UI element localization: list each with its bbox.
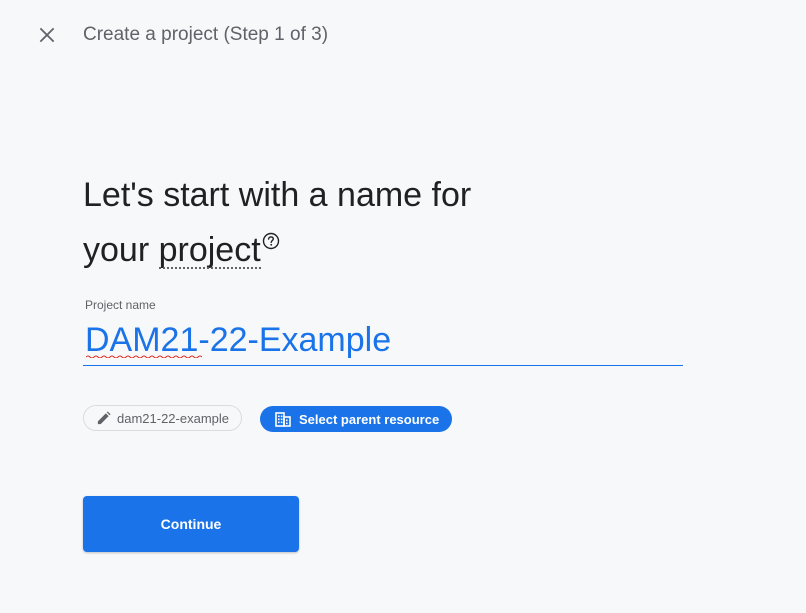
building-icon: [275, 411, 291, 427]
close-button[interactable]: [33, 21, 61, 49]
project-name-field: Project name: [83, 298, 683, 370]
step-title: Create a project (Step 1 of 3): [83, 24, 329, 45]
top-bar: Create a project (Step 1 of 3): [0, 0, 806, 70]
continue-button[interactable]: Continue: [83, 496, 299, 552]
heading-line-1: Let's start with a name for: [83, 176, 472, 214]
select-parent-resource-button[interactable]: Select parent resource: [260, 406, 453, 432]
select-parent-resource-label: Select parent resource: [299, 411, 440, 427]
heading-line-2-prefix: your: [83, 231, 159, 269]
close-icon: [39, 27, 55, 43]
project-name-label: Project name: [85, 298, 156, 312]
help-circle-icon[interactable]: [262, 232, 280, 250]
project-name-input[interactable]: [83, 316, 683, 366]
project-id-label: dam21-22-example: [117, 410, 230, 426]
pencil-icon: [97, 410, 111, 424]
create-project-page: Create a project (Step 1 of 3) Let's sta…: [0, 0, 806, 613]
project-term-link[interactable]: project: [158, 223, 261, 278]
page-heading: Let's start with a name for your project: [83, 168, 603, 278]
spellcheck-underline: [86, 355, 202, 358]
project-id-chip[interactable]: dam21-22-example: [83, 405, 243, 431]
